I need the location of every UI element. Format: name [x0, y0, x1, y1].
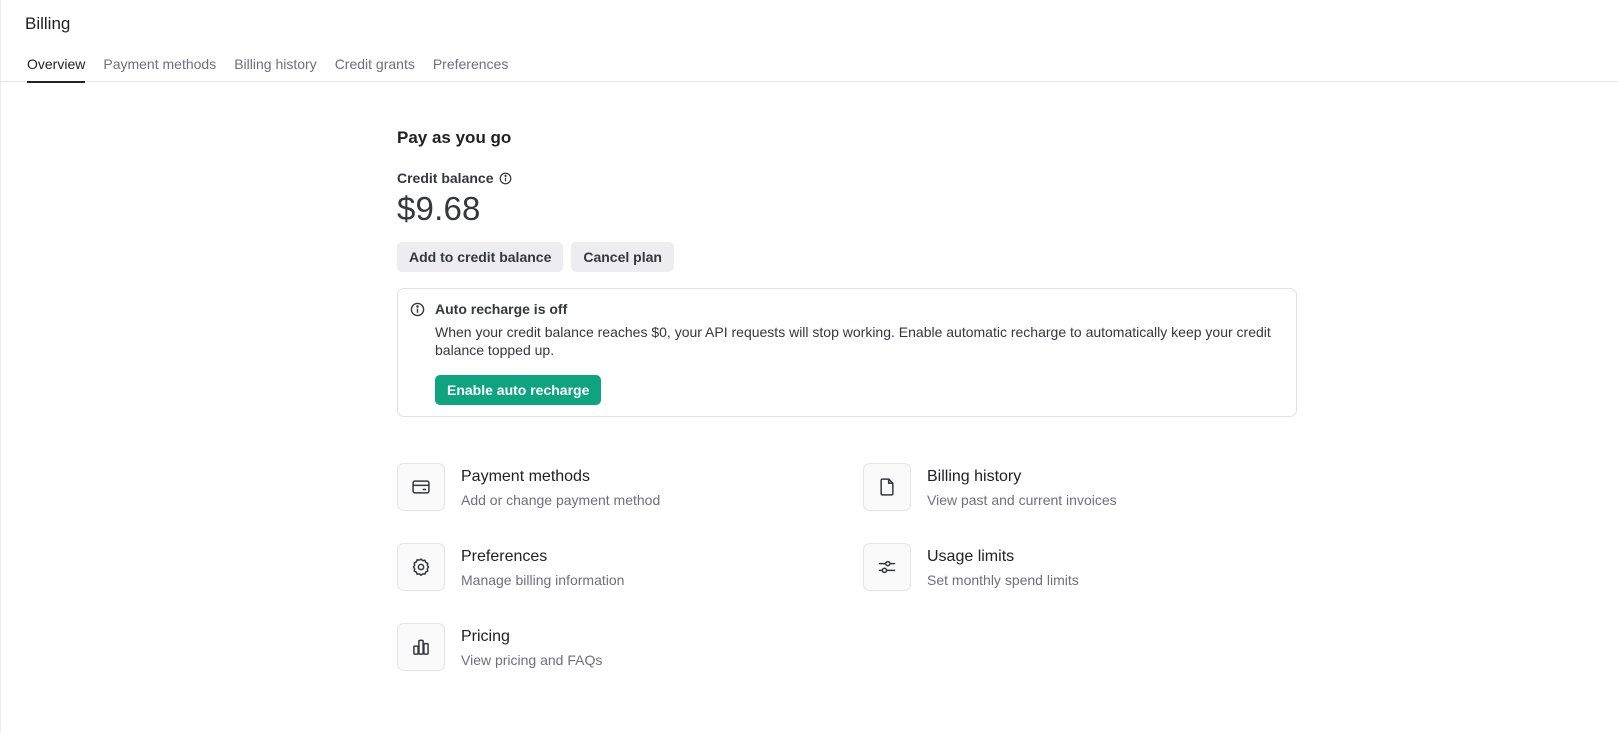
link-title: Usage limits: [927, 548, 1015, 565]
gear-icon: [397, 543, 445, 591]
tab-payment-methods[interactable]: Payment methods: [103, 56, 216, 82]
link-preferences[interactable]: Preferences Manage billing information: [397, 543, 863, 591]
plan-actions: Add to credit balance Cancel plan: [397, 242, 1297, 272]
link-title: Billing history: [927, 468, 1022, 485]
billing-page: Billing Overview Payment methods Billing…: [0, 0, 1618, 733]
link-description: View pricing and FAQs: [461, 652, 603, 668]
document-icon: [863, 463, 911, 511]
credit-card-icon: [397, 463, 445, 511]
tab-bar: Overview Payment methods Billing history…: [27, 56, 508, 83]
credit-balance-amount: $9.68: [397, 190, 481, 227]
credit-balance-label: Credit balance: [397, 170, 494, 186]
add-credit-button[interactable]: Add to credit balance: [397, 242, 564, 272]
credit-balance-label-row: Credit balance: [397, 170, 1297, 186]
notice-body: When your credit balance reaches $0, you…: [435, 324, 1271, 358]
tab-preferences[interactable]: Preferences: [433, 56, 508, 82]
page-header: Billing Overview Payment methods Billing…: [1, 0, 1618, 83]
tab-overview[interactable]: Overview: [27, 56, 86, 83]
link-usage-limits[interactable]: Usage limits Set monthly spend limits: [863, 543, 1297, 591]
tab-credit-grants[interactable]: Credit grants: [335, 56, 415, 82]
info-icon[interactable]: [499, 172, 512, 185]
link-pricing[interactable]: Pricing View pricing and FAQs: [397, 623, 863, 671]
link-title: Pricing: [461, 628, 510, 645]
link-description: View past and current invoices: [927, 492, 1117, 508]
link-description: Manage billing information: [461, 572, 625, 588]
cancel-plan-button[interactable]: Cancel plan: [571, 242, 674, 272]
plan-title: Pay as you go: [397, 128, 512, 147]
page-title: Billing: [25, 14, 71, 33]
auto-recharge-notice: Auto recharge is off When your credit ba…: [397, 288, 1297, 417]
overview-content: Pay as you go Credit balance $9.68 Add t…: [397, 128, 1297, 671]
link-description: Add or change payment method: [461, 492, 661, 508]
notice-title: Auto recharge is off: [435, 301, 568, 317]
info-icon: [410, 302, 425, 317]
tab-billing-history[interactable]: Billing history: [234, 56, 316, 82]
link-billing-history[interactable]: Billing history View past and current in…: [863, 463, 1297, 511]
link-payment-methods[interactable]: Payment methods Add or change payment me…: [397, 463, 863, 511]
link-title: Preferences: [461, 548, 548, 565]
billing-links: Payment methods Add or change payment me…: [397, 463, 1297, 671]
link-title: Payment methods: [461, 468, 590, 485]
notice-header: Auto recharge is off: [410, 301, 1284, 317]
bar-chart-icon: [397, 623, 445, 671]
enable-auto-recharge-button[interactable]: Enable auto recharge: [435, 375, 602, 405]
sliders-icon: [863, 543, 911, 591]
link-description: Set monthly spend limits: [927, 572, 1079, 588]
